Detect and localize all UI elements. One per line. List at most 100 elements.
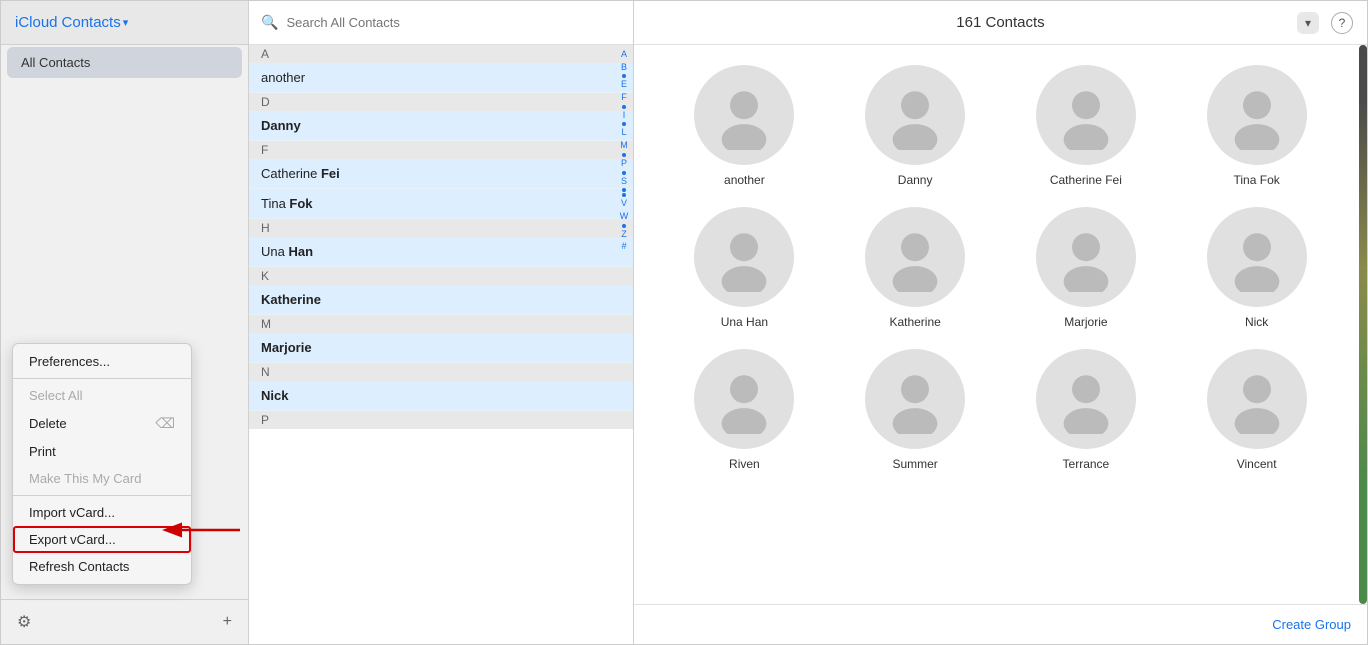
contact-card-name-9: Summer xyxy=(892,457,937,471)
contact-card-2[interactable]: Catherine Fei xyxy=(1006,65,1167,187)
section-header-f: F xyxy=(249,141,633,159)
contact-card-11[interactable]: Vincent xyxy=(1176,349,1337,471)
contact-card-4[interactable]: Una Han xyxy=(664,207,825,329)
avatar-9 xyxy=(865,349,965,449)
avatar-0 xyxy=(694,65,794,165)
contact-card-name-6: Marjorie xyxy=(1064,315,1107,329)
section-header-k: K xyxy=(249,267,633,285)
contact-item-marjorie[interactable]: Marjorie xyxy=(249,333,633,363)
alpha-f[interactable]: F xyxy=(621,92,627,104)
contact-card-6[interactable]: Marjorie xyxy=(1006,207,1167,329)
contact-item-nick[interactable]: Nick xyxy=(249,381,633,411)
contact-name-catherine-fei: Catherine Fei xyxy=(261,166,340,181)
sort-chevron-icon: ▾ xyxy=(1305,16,1311,30)
sidebar-item-all-contacts[interactable]: All Contacts xyxy=(7,47,242,78)
alpha-i[interactable]: I xyxy=(623,110,626,122)
search-input[interactable] xyxy=(286,15,621,30)
alpha-p[interactable]: P xyxy=(621,158,627,170)
contact-card-name-4: Una Han xyxy=(721,315,768,329)
avatar-6 xyxy=(1036,207,1136,307)
section-header-p: P xyxy=(249,411,633,429)
menu-import-vcard[interactable]: Import vCard... xyxy=(13,499,191,526)
menu-refresh[interactable]: Refresh Contacts xyxy=(13,553,191,580)
avatar-2 xyxy=(1036,65,1136,165)
search-icon: 🔍 xyxy=(261,14,278,31)
contact-card-10[interactable]: Terrance xyxy=(1006,349,1167,471)
main-footer: Create Group xyxy=(634,604,1367,644)
contacts-label: Contacts xyxy=(62,14,121,31)
contact-card-5[interactable]: Katherine xyxy=(835,207,996,329)
context-menu: Preferences... Select All Delete ⌫ Print… xyxy=(12,343,192,585)
add-contact-icon[interactable]: + xyxy=(219,609,236,635)
contact-item-another[interactable]: another xyxy=(249,63,633,93)
alpha-b[interactable]: B xyxy=(621,62,627,74)
contact-card-name-0: another xyxy=(724,173,765,187)
menu-select-all: Select All xyxy=(13,382,191,409)
menu-delete[interactable]: Delete ⌫ xyxy=(13,409,191,438)
section-header-h: H xyxy=(249,219,633,237)
sidebar-footer: ⚙ + xyxy=(1,599,248,644)
alpha-w[interactable]: W xyxy=(620,211,629,223)
contact-card-3[interactable]: Tina Fok xyxy=(1176,65,1337,187)
create-group-button[interactable]: Create Group xyxy=(1272,617,1351,632)
section-header-d: D xyxy=(249,93,633,111)
contact-item-danny[interactable]: Danny xyxy=(249,111,633,141)
scrollbar[interactable] xyxy=(1359,45,1367,604)
contact-card-9[interactable]: Summer xyxy=(835,349,996,471)
sidebar-header: iCloud Contacts ▾ xyxy=(1,1,248,45)
contact-card-1[interactable]: Danny xyxy=(835,65,996,187)
menu-make-my-card: Make This My Card xyxy=(13,465,191,492)
help-icon[interactable]: ? xyxy=(1331,12,1353,34)
contact-name-katherine: Katherine xyxy=(261,292,321,307)
alpha-v[interactable]: V xyxy=(621,198,627,210)
contact-card-name-8: Riven xyxy=(729,457,760,471)
menu-preferences[interactable]: Preferences... xyxy=(13,348,191,375)
avatar-8 xyxy=(694,349,794,449)
icloud-label: iCloud xyxy=(15,14,58,31)
contact-item-una-han[interactable]: Una Han xyxy=(249,237,633,267)
menu-print[interactable]: Print xyxy=(13,438,191,465)
menu-divider-1 xyxy=(13,378,191,379)
contact-name-tina-fok: Tina Fok xyxy=(261,196,313,211)
contact-card-0[interactable]: another xyxy=(664,65,825,187)
sidebar: iCloud Contacts ▾ All Contacts ⚙ + Prefe… xyxy=(1,1,249,644)
contact-card-name-1: Danny xyxy=(898,173,933,187)
contact-item-katherine[interactable]: Katherine xyxy=(249,285,633,315)
contact-card-name-3: Tina Fok xyxy=(1234,173,1280,187)
avatar-10 xyxy=(1036,349,1136,449)
contact-name-nick: Nick xyxy=(261,388,288,403)
alpha-l[interactable]: L xyxy=(621,127,626,139)
search-bar: 🔍 xyxy=(249,1,633,45)
menu-divider-2 xyxy=(13,495,191,496)
alpha-dot-3 xyxy=(622,122,626,126)
menu-export-vcard[interactable]: Export vCard... xyxy=(13,526,191,553)
contacts-grid: another Danny Catherine Fei Tina Fok Una… xyxy=(634,45,1367,604)
alpha-m[interactable]: M xyxy=(620,140,628,152)
contact-name-una-han: Una Han xyxy=(261,244,313,259)
contact-name-marjorie: Marjorie xyxy=(261,340,312,355)
section-header-n: N xyxy=(249,363,633,381)
alpha-dot-2 xyxy=(622,105,626,109)
contact-list: 🔍 A another D Danny F Catherine Fei Tina… xyxy=(249,1,634,644)
contact-card-name-7: Nick xyxy=(1245,315,1268,329)
alpha-a[interactable]: A xyxy=(621,49,627,61)
sidebar-chevron-icon[interactable]: ▾ xyxy=(123,16,129,29)
section-header-a: A xyxy=(249,45,633,63)
contacts-count: 161 Contacts xyxy=(956,14,1044,31)
sort-dropdown[interactable]: ▾ xyxy=(1297,12,1319,34)
alpha-hash[interactable]: # xyxy=(621,241,626,253)
alpha-dot-8 xyxy=(622,224,626,228)
app-container: iCloud Contacts ▾ All Contacts ⚙ + Prefe… xyxy=(0,0,1368,645)
alpha-dot-1 xyxy=(622,74,626,78)
alpha-z[interactable]: Z xyxy=(621,229,627,241)
contact-card-8[interactable]: Riven xyxy=(664,349,825,471)
alpha-e[interactable]: E xyxy=(621,79,627,91)
gear-icon[interactable]: ⚙ xyxy=(13,608,35,636)
main-header: 161 Contacts ▾ ? xyxy=(634,1,1367,45)
avatar-11 xyxy=(1207,349,1307,449)
contact-card-7[interactable]: Nick xyxy=(1176,207,1337,329)
alpha-s[interactable]: S xyxy=(621,176,627,188)
contact-item-catherine-fei[interactable]: Catherine Fei xyxy=(249,159,633,189)
contact-item-tina-fok[interactable]: Tina Fok xyxy=(249,189,633,219)
alpha-dot-4 xyxy=(622,153,626,157)
